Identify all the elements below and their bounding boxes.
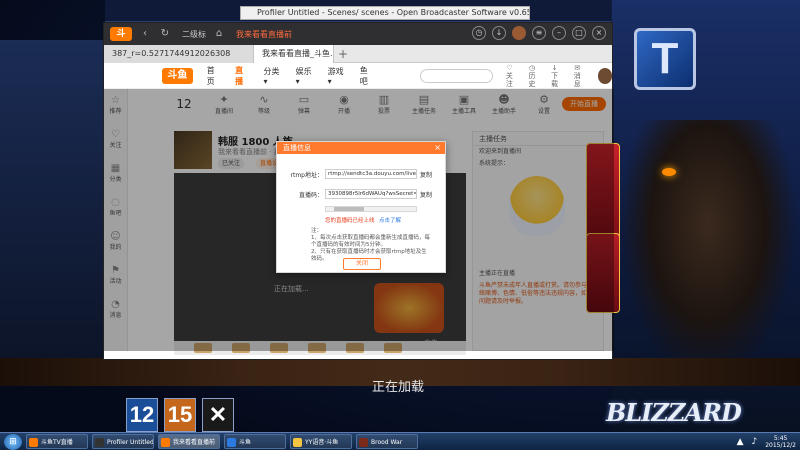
clock-time: 5:45 <box>773 435 788 442</box>
douyu-logo-icon: 斗 <box>110 27 132 41</box>
obs-window-title[interactable]: Profiler Untitled - Scenes/ scenes - Ope… <box>240 6 530 20</box>
dialog-header: 直播信息 × <box>277 142 445 154</box>
network-icon[interactable]: ▲ <box>737 437 744 447</box>
stream-info-dialog: 直播信息 × rtmp地址： rtmp://sendtc3a.douyu.com… <box>276 141 446 273</box>
close-button[interactable]: 关闭 <box>343 258 381 270</box>
stream-key-field[interactable]: 3930898r5lr6dWAUq?wsSecret=********** <box>325 189 417 199</box>
message-label: 消息 <box>573 71 581 88</box>
blizzard-logo: BLIZZARD <box>606 398 742 427</box>
avatar[interactable] <box>512 26 526 40</box>
game-icon <box>359 438 368 447</box>
game-tile-brood[interactable]: ✕ <box>202 398 234 432</box>
taskbar-item-label: YY语音·斗鱼 <box>305 439 339 446</box>
download-header-icon[interactable]: ↓ 下载 <box>548 64 561 88</box>
tab-url[interactable]: 387_r=0.5271744912026308 <box>104 45 254 63</box>
titlebar-controls: ◷ ↓ ≡ – □ × <box>472 26 606 40</box>
notes-title: 注： <box>311 228 323 234</box>
taskbar-item-label: 斗鱼 <box>239 439 252 446</box>
refresh-icon[interactable]: ↻ <box>158 27 172 41</box>
nav-games[interactable]: 游戏▾ <box>328 66 346 86</box>
terran-logo: T <box>634 28 696 90</box>
tab-bar: 387_r=0.5271744912026308 我来看看直播_斗鱼... + <box>104 45 612 63</box>
rtmp-row: rtmp地址： <box>287 170 323 179</box>
taskbar-item-label: 斗鱼TV直播 <box>41 439 73 446</box>
taskbar-item[interactable]: Brood War <box>356 434 418 449</box>
nav-category[interactable]: 分类▾ <box>264 66 282 86</box>
app-title-label: 二级标 <box>182 29 206 39</box>
stream-row: 直播码： <box>287 190 323 199</box>
history-header-icon[interactable]: ◷ 历史 <box>526 64 539 88</box>
message-icon[interactable]: ✉ 消息 <box>571 64 584 88</box>
taskbar-item-label: 我来看看直播前 <box>173 439 216 446</box>
online-warning: 您的直播码已经上线 <box>325 218 375 224</box>
app-titlebar: 斗 ‹ ↻ 二级标 ⌂ 我来看看直播前 ◷ ↓ ≡ – □ × <box>104 23 612 45</box>
menu-icon[interactable]: ≡ <box>532 26 546 40</box>
taskbar-item-label: Brood War <box>371 439 403 446</box>
site-logo[interactable]: 斗鱼 <box>162 67 193 84</box>
rtmp-field[interactable]: rtmp://sendtc3a.douyu.com/live <box>325 169 417 179</box>
follow-icon[interactable]: ♡ 关注 <box>503 64 516 88</box>
app-icon <box>29 438 38 447</box>
horizontal-scrollbar[interactable] <box>325 206 417 212</box>
nav-entertainment[interactable]: 娱乐▾ <box>296 66 314 86</box>
download-icon[interactable]: ↓ <box>492 26 506 40</box>
history-icon[interactable]: ◷ <box>472 26 486 40</box>
close-icon[interactable]: × <box>592 26 606 40</box>
taskbar-item[interactable]: Profiler Untitled <box>92 434 154 449</box>
taskbar: ⊞ 斗鱼TV直播 Profiler Untitled 我来看看直播前 斗鱼 YY… <box>0 432 800 450</box>
loading-text: 正在加载 <box>372 380 425 395</box>
game-tile-label: 15 <box>167 402 193 427</box>
new-tab-icon[interactable]: + <box>334 45 352 62</box>
rtmp-label: rtmp地址： <box>290 172 323 179</box>
volume-icon[interactable]: ♪ <box>751 437 757 447</box>
follow-label: 关注 <box>505 71 513 88</box>
search-input[interactable] <box>420 68 494 83</box>
note-item: 1、每次点击获取直播码都会重新生成直播码，每个直播码的有效时间为5分钟。 <box>311 235 431 248</box>
game-tile-label: ✕ <box>208 402 228 427</box>
user-avatar[interactable] <box>597 67 612 84</box>
taskbar-item[interactable]: 我来看看直播前 <box>158 434 220 449</box>
taskbar-item-label: Profiler Untitled <box>107 439 154 446</box>
game-tile-sc2[interactable]: 12 <box>126 398 158 432</box>
clock[interactable]: 5:45 2015/12/2 <box>765 435 796 449</box>
clock-date: 2015/12/2 <box>765 442 796 449</box>
copy-rtmp-button[interactable]: 复制 <box>420 170 432 179</box>
tab-live-room[interactable]: 我来看看直播_斗鱼... <box>254 45 334 63</box>
taskbar-item[interactable]: YY语音·斗鱼 <box>290 434 352 449</box>
dialog-title: 直播信息 <box>283 144 311 152</box>
browser-icon <box>227 438 236 447</box>
download-label: 下载 <box>551 71 559 88</box>
system-tray: ▲ ♪ 5:45 2015/12/2 <box>737 433 796 450</box>
scrollbar-thumb[interactable] <box>334 207 364 211</box>
taskbar-item[interactable]: 斗鱼TV直播 <box>26 434 88 449</box>
game-tile-15[interactable]: 15 <box>164 398 196 432</box>
home-icon[interactable]: ⌂ <box>212 27 226 41</box>
taskbar-item[interactable]: 斗鱼 <box>224 434 286 449</box>
wallpaper-creature <box>618 120 798 380</box>
site-header: 斗鱼 首页 直播 分类▾ 娱乐▾ 游戏▾ 鱼吧 ♡ 关注 ◷ 历史 ↓ 下载 ✉ 消息 <box>104 63 612 89</box>
windows-start-icon[interactable]: ⊞ <box>4 433 22 450</box>
wallpaper-creature-eye <box>662 168 676 176</box>
yy-icon <box>293 438 302 447</box>
maximize-icon[interactable]: □ <box>572 26 586 40</box>
back-icon[interactable]: ‹ <box>138 27 152 41</box>
stream-label: 直播码： <box>298 192 323 199</box>
copy-stream-button[interactable]: 复制 <box>420 190 432 199</box>
history-label: 历史 <box>528 71 536 88</box>
learn-more-link[interactable]: 点击了解 <box>379 216 401 224</box>
wallpaper-left-art <box>0 40 105 360</box>
nav-live[interactable]: 直播 <box>235 65 249 87</box>
app-icon <box>161 438 170 447</box>
close-icon[interactable]: × <box>434 142 441 154</box>
minimize-icon[interactable]: – <box>552 26 566 40</box>
nav-home[interactable]: 首页 <box>207 65 221 87</box>
game-tile-label: 12 <box>129 402 155 427</box>
nav-fishbar[interactable]: 鱼吧 <box>360 65 374 87</box>
obs-icon <box>95 438 104 447</box>
app-live-label[interactable]: 我来看看直播前 <box>236 29 292 40</box>
